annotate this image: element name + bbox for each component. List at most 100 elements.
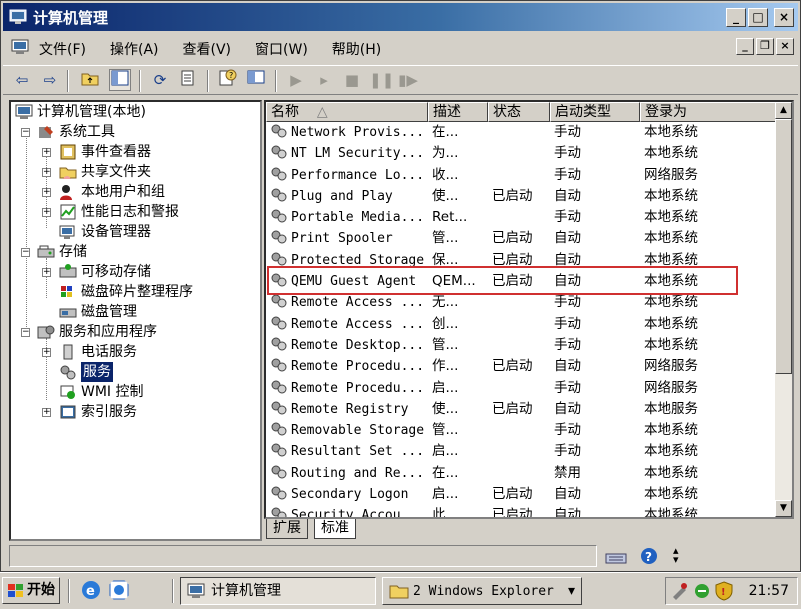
restart-service-icon[interactable]: ▮▶ [397,69,419,91]
menu-window[interactable]: 窗口(W) [255,39,308,59]
service-row[interactable]: Plug and Play 使... 已启动 自动 本地系统 [266,186,776,207]
tree-telephony[interactable]: + 电话服务 [11,342,260,362]
expand-icon[interactable]: + [42,148,51,157]
forward-arrow-icon[interactable]: ⇨ [39,69,61,91]
menu-bar: 文件(F) 操作(A) 查看(V) 窗口(W) 帮助(H) _ ❐ × [3,34,798,62]
tree-indexing[interactable]: + 索引服务 [11,402,260,422]
minimize-button[interactable]: _ [726,8,746,27]
service-row[interactable]: Protected Storage 保... 已启动 自动 本地系统 [266,250,776,271]
column-description[interactable]: 描述 [428,102,488,122]
tree-shared-folders[interactable]: + 共享文件夹 [11,162,260,182]
tree-perf-logs[interactable]: + 性能日志和警报 [11,202,260,222]
column-name[interactable]: 名称 △ [266,102,428,122]
explorer-icon[interactable] [108,579,130,601]
service-logon: 网络服务 [644,166,698,183]
menu-file[interactable]: 文件(F) [39,39,86,59]
menu-action[interactable]: 操作(A) [110,39,159,59]
scroll-down-button[interactable]: ▼ [775,500,792,517]
expand-icon[interactable]: + [42,348,51,357]
service-startup: 手动 [554,145,581,162]
ie-icon[interactable]: e [80,579,102,601]
service-row[interactable]: Security Accou... 此... 已启动 自动 本地系统 [266,505,776,517]
maximize-button[interactable]: □ [748,8,768,27]
up-folder-icon[interactable] [79,69,101,91]
tree-event-viewer[interactable]: + 事件查看器 [11,142,260,162]
taskbar-computer-management[interactable]: 计算机管理 [180,577,376,605]
recycle-icon[interactable] [692,581,712,601]
back-arrow-icon[interactable]: ⇦ [11,69,33,91]
export-list-icon[interactable] [177,69,199,91]
column-logon-as[interactable]: 登录为 [640,102,776,122]
service-name: Removable Storage [266,420,428,441]
child-restore-button[interactable]: ❐ [756,38,774,55]
service-row[interactable]: NT LM Security... 为... 手动 本地系统 [266,143,776,164]
tree-disk-management[interactable]: 磁盘管理 [11,302,260,322]
expand-icon[interactable]: + [42,188,51,197]
service-row[interactable]: Print Spooler 管... 已启动 自动 本地系统 [266,228,776,249]
properties-icon[interactable] [245,69,267,91]
service-row[interactable]: Removable Storage 管... 手动 本地系统 [266,420,776,441]
collapse-icon[interactable]: − [21,128,30,137]
tree-services[interactable]: 服务 [11,362,260,382]
service-row[interactable]: Resultant Set ... 启... 手动 本地系统 [266,441,776,462]
service-row[interactable]: Remote Access ... 创... 手动 本地系统 [266,314,776,335]
show-hide-tree-icon[interactable] [109,69,131,91]
start-button[interactable]: 开始 [2,577,60,604]
vertical-scrollbar[interactable]: ▲ ▼ [775,102,792,517]
removable-storage-icon [59,264,77,278]
service-logon: 网络服务 [644,358,698,375]
tab-extended[interactable]: 扩展 [266,519,308,539]
service-row[interactable]: Performance Lo... 收... 手动 网络服务 [266,165,776,186]
service-row[interactable]: Network Provis... 在... 手动 本地系统 [266,122,776,143]
tree-wmi[interactable]: WMI 控制 [11,382,260,402]
column-startup-type[interactable]: 启动类型 [550,102,640,122]
collapse-icon[interactable]: − [21,248,30,257]
child-minimize-button[interactable]: _ [736,38,754,55]
service-row[interactable]: Remote Procedu... 作... 已启动 自动 网络服务 [266,356,776,377]
expand-icon[interactable]: + [42,208,51,217]
tree-removable-storage[interactable]: + 可移动存储 [11,262,260,282]
tree-storage[interactable]: − 存储 [11,242,260,262]
network-tools-icon[interactable] [670,581,690,601]
service-row[interactable]: Routing and Re... 在... 禁用 本地系统 [266,463,776,484]
start-service-alt-icon[interactable]: ▸ [313,69,335,91]
menu-view[interactable]: 查看(V) [183,39,232,59]
service-row[interactable]: Portable Media... Ret... 手动 本地系统 [266,207,776,228]
service-row[interactable]: Remote Access ... 无... 手动 本地系统 [266,292,776,313]
expand-icon[interactable]: + [42,168,51,177]
taskbar-windows-explorer-group[interactable]: 2 Windows Explorer ▾ [382,577,582,605]
service-row[interactable]: Remote Registry 使... 已启动 自动 本地服务 [266,399,776,420]
tab-standard[interactable]: 标准 [314,519,356,539]
expand-icon[interactable]: + [42,268,51,277]
child-close-button[interactable]: × [776,38,794,55]
tree-local-users[interactable]: + 本地用户和组 [11,182,260,202]
title-bar[interactable]: 计算机管理 _ □ × [3,3,798,31]
console-icon[interactable] [11,39,29,55]
start-service-icon[interactable]: ▶ [285,69,307,91]
tree-root[interactable]: 计算机管理(本地) [11,102,260,122]
service-row[interactable]: Remote Procedu... 启... 手动 网络服务 [266,378,776,399]
service-name: Protected Storage [266,250,428,271]
service-logon: 本地系统 [644,230,698,247]
tree-device-manager[interactable]: 设备管理器 [11,222,260,242]
collapse-icon[interactable]: − [21,328,30,337]
tree-services-apps[interactable]: − 服务和应用程序 [11,322,260,342]
refresh-icon[interactable]: ⟳ [149,69,171,91]
expand-icon[interactable]: + [42,408,51,417]
security-shield-icon[interactable]: ! [714,581,734,601]
scroll-up-button[interactable]: ▲ [775,102,792,119]
stop-service-icon[interactable]: ■ [341,69,363,91]
help-icon[interactable]: ? [217,69,239,91]
tree-system-tools[interactable]: − 系统工具 [11,122,260,142]
service-startup: 手动 [554,294,581,311]
service-row[interactable]: QEMU Guest Agent QEM... 已启动 自动 本地系统 [266,271,776,292]
service-row[interactable]: Remote Desktop... 管... 手动 本地系统 [266,335,776,356]
pause-service-icon[interactable]: ❚❚ [369,69,394,91]
service-row[interactable]: Secondary Logon 启... 已启动 自动 本地系统 [266,484,776,505]
menu-help[interactable]: 帮助(H) [332,39,381,59]
scroll-thumb[interactable] [775,119,792,374]
column-status[interactable]: 状态 [488,102,550,122]
help-circle-icon[interactable]: ? [639,546,659,566]
close-button[interactable]: × [774,8,794,27]
tree-defrag[interactable]: 磁盘碎片整理程序 [11,282,260,302]
